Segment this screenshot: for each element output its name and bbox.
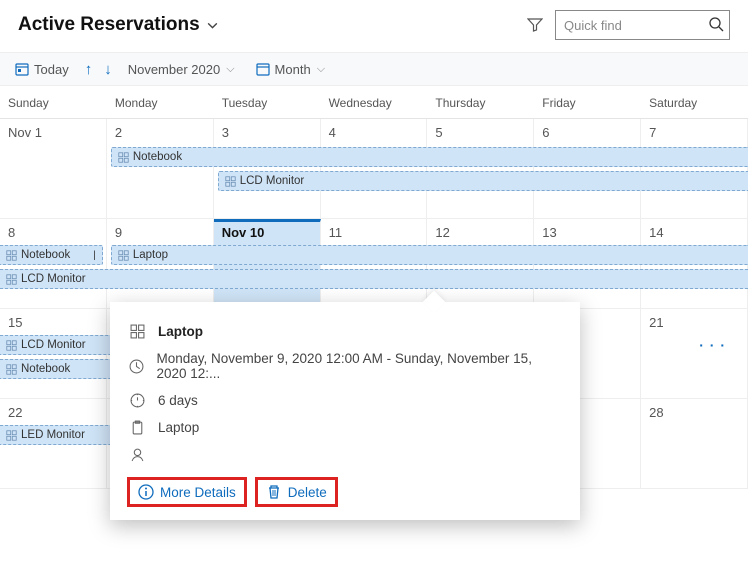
event-label: Notebook <box>21 363 70 375</box>
month-picker[interactable]: November 2020 ⌵ <box>124 60 239 79</box>
dow-fri: Friday <box>534 86 641 118</box>
event-label: Notebook <box>21 249 70 261</box>
trash-icon <box>266 484 282 500</box>
calendar-event[interactable]: LCD Monitor <box>0 269 748 289</box>
event-label: LCD Monitor <box>240 175 305 187</box>
grid-icon <box>128 324 146 339</box>
grid-icon <box>225 176 236 187</box>
search-box <box>555 10 730 40</box>
calendar-event[interactable]: LCD Monitor <box>218 171 748 191</box>
chevron-down-icon: ⌵ <box>317 63 325 76</box>
chevron-down-icon: ⌵ <box>226 63 234 76</box>
calendar-toolbar: Today ↑ ↓ November 2020 ⌵ Month ⌵ <box>0 52 748 86</box>
today-label: Today <box>34 62 69 77</box>
event-label: LCD Monitor <box>21 273 86 285</box>
event-overflow-menu[interactable]: · · · <box>699 337 726 353</box>
search-input[interactable] <box>555 10 730 40</box>
next-period-button[interactable]: ↓ <box>104 61 112 78</box>
dow-tue: Tuesday <box>214 86 321 118</box>
calendar-day[interactable]: Nov 1 <box>0 119 107 219</box>
calendar-day[interactable]: 4 <box>321 119 428 219</box>
calendar-day[interactable]: 5 <box>427 119 534 219</box>
calendar-event[interactable]: Notebook| <box>0 245 103 265</box>
calendar-event[interactable]: Notebook <box>111 147 748 167</box>
view-title: Active Reservations <box>18 14 200 36</box>
dow-sat: Saturday <box>641 86 748 118</box>
dow-wed: Wednesday <box>321 86 428 118</box>
month-label: November 2020 <box>128 62 221 77</box>
more-details-label: More Details <box>160 485 236 500</box>
event-popover: Laptop Monday, November 9, 2020 12:00 AM… <box>110 302 580 520</box>
info-icon <box>138 484 154 500</box>
event-label: LCD Monitor <box>21 339 86 351</box>
dow-mon: Monday <box>107 86 214 118</box>
dow-sun: Sunday <box>0 86 107 118</box>
popover-title: Laptop <box>158 324 203 339</box>
delete-button[interactable]: Delete <box>256 478 337 506</box>
calendar-day[interactable]: 6 <box>534 119 641 219</box>
duration-icon <box>128 393 146 408</box>
filter-button[interactable] <box>525 15 545 35</box>
today-button[interactable]: Today <box>10 59 73 79</box>
page-header: Active Reservations <box>0 0 748 52</box>
calendar-day[interactable]: 21 <box>641 309 748 399</box>
event-label: LED Monitor <box>21 429 85 441</box>
grid-icon <box>6 430 17 441</box>
popover-duration: 6 days <box>158 393 198 408</box>
view-title-dropdown[interactable]: Active Reservations <box>18 14 219 36</box>
calendar-event[interactable]: Laptop <box>111 245 748 265</box>
grid-icon <box>118 250 129 261</box>
calendar-week: Nov 1234567 Notebook LCD Monitor <box>0 119 748 219</box>
day-of-week-header: Sunday Monday Tuesday Wednesday Thursday… <box>0 86 748 119</box>
dow-thu: Thursday <box>427 86 534 118</box>
view-picker[interactable]: Month ⌵ <box>251 59 329 79</box>
grid-icon <box>6 364 17 375</box>
calendar-day[interactable]: 2 <box>107 119 214 219</box>
clipboard-icon <box>128 420 146 435</box>
person-icon <box>128 447 146 462</box>
calendar-day[interactable]: 28 <box>641 399 748 489</box>
more-details-button[interactable]: More Details <box>128 478 246 506</box>
grid-icon <box>6 340 17 351</box>
view-label: Month <box>275 62 311 77</box>
grid-icon <box>118 152 129 163</box>
calendar-icon <box>255 61 271 77</box>
calendar-day[interactable]: 7 <box>641 119 748 219</box>
calendar-day[interactable]: 3 <box>214 119 321 219</box>
funnel-icon <box>527 17 543 33</box>
search-icon[interactable] <box>708 16 724 32</box>
grid-icon <box>6 250 17 261</box>
calendar-week: 89Nov 1011121314Notebook|· · ·LaptopLCD … <box>0 219 748 309</box>
popover-item: Laptop <box>158 420 199 435</box>
chevron-down-icon <box>206 19 219 32</box>
clock-icon <box>128 359 144 374</box>
event-label: Laptop <box>133 249 168 261</box>
previous-period-button[interactable]: ↑ <box>85 61 93 78</box>
grid-icon <box>6 274 17 285</box>
popover-datetime: Monday, November 9, 2020 12:00 AM - Sund… <box>156 351 562 381</box>
event-label: Notebook <box>133 151 182 163</box>
calendar-today-icon <box>14 61 30 77</box>
delete-label: Delete <box>288 485 327 500</box>
